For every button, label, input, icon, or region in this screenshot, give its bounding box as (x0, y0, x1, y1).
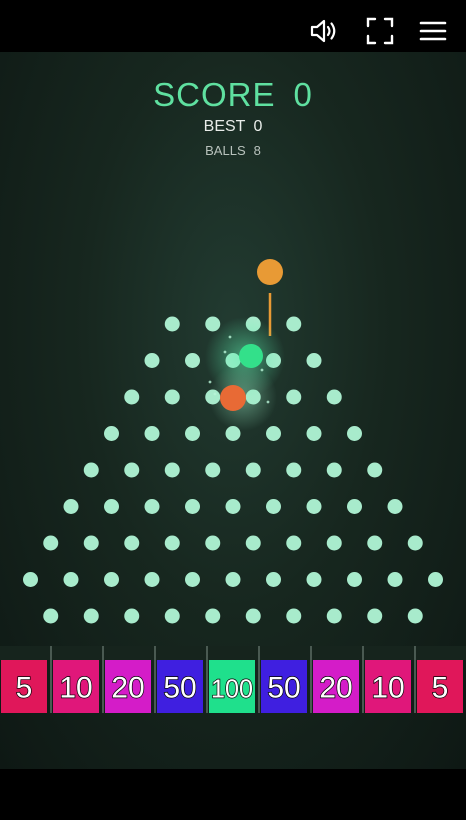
peg (164, 608, 180, 624)
peg (428, 572, 443, 587)
peg (205, 608, 221, 624)
peg (124, 389, 140, 405)
bucket-label: 20 (319, 672, 352, 705)
peg (104, 572, 119, 587)
speaker-icon[interactable] (307, 14, 341, 48)
bucket-divider (414, 646, 416, 713)
peg (245, 462, 261, 478)
spark-particle (213, 392, 217, 396)
peg (83, 462, 99, 478)
peg (347, 426, 362, 441)
peg (205, 535, 221, 551)
peg (306, 499, 322, 514)
bucket-label: 20 (111, 672, 144, 705)
bucket-label: 10 (371, 672, 404, 705)
peg (144, 499, 160, 514)
plinko-field[interactable]: 5 10 20 50 100 50 20 10 5 (0, 52, 466, 769)
peg (43, 535, 59, 551)
bucket-label: 50 (267, 672, 300, 705)
peg (326, 389, 342, 405)
peg (407, 535, 423, 551)
bottom-bar (0, 769, 466, 820)
spark-particle (223, 350, 227, 354)
peg (144, 426, 160, 441)
peg (306, 426, 322, 441)
peg (63, 499, 79, 514)
spark-particle (266, 400, 270, 404)
bucket-divider (102, 646, 104, 713)
peg (164, 316, 180, 332)
peg (347, 572, 362, 587)
peg (286, 608, 302, 624)
peg (144, 572, 160, 587)
peg (185, 426, 200, 441)
peg (387, 572, 403, 587)
falling-ball (220, 385, 246, 411)
peg (286, 389, 302, 405)
bucket-label: 10 (59, 672, 92, 705)
peg (306, 353, 322, 368)
peg (83, 608, 99, 624)
peg (347, 499, 362, 514)
spark-particle (260, 368, 264, 372)
spark-particle (228, 335, 232, 339)
bucket-divider (154, 646, 156, 713)
peg (367, 608, 383, 624)
peg (164, 462, 180, 478)
peg (83, 535, 99, 551)
peg (266, 426, 281, 441)
peg (23, 572, 38, 587)
peg (124, 608, 140, 624)
spark-particle (208, 380, 212, 384)
peg (205, 462, 221, 478)
peg (63, 572, 79, 587)
peg (326, 535, 342, 551)
peg (245, 535, 261, 551)
top-toolbar (0, 0, 466, 52)
peg (185, 572, 200, 587)
peg (266, 499, 281, 514)
peg (286, 316, 302, 332)
peg (185, 353, 200, 368)
bucket-divider (310, 646, 312, 713)
bucket-label: 5 (432, 672, 449, 705)
peg (367, 462, 383, 478)
falling-ball (239, 344, 263, 368)
bucket-divider (206, 646, 208, 713)
launcher-ball (257, 259, 283, 285)
peg (306, 572, 322, 587)
bucket-divider (50, 646, 52, 713)
game-board[interactable]: SCORE 0 BEST 0 BALLS 8 5 10 20 50 100 50 20 10 5 (0, 52, 466, 769)
bucket-label: 50 (163, 672, 196, 705)
peg (124, 535, 140, 551)
peg (367, 535, 383, 551)
peg (326, 608, 342, 624)
peg (407, 608, 423, 624)
peg (225, 572, 241, 587)
peg (43, 608, 59, 624)
peg (124, 462, 140, 478)
peg (104, 426, 119, 441)
peg (326, 462, 342, 478)
bucket-divider (258, 646, 260, 713)
peg (144, 353, 160, 368)
peg (164, 389, 180, 405)
peg (104, 499, 119, 514)
bucket-divider (362, 646, 364, 713)
peg (387, 499, 403, 514)
peg (266, 572, 281, 587)
peg (225, 499, 241, 514)
bucket-shelf (0, 646, 466, 660)
peg (185, 499, 200, 514)
peg (286, 462, 302, 478)
peg (245, 608, 261, 624)
fullscreen-icon[interactable] (363, 14, 397, 48)
bucket-label: 5 (16, 672, 33, 705)
peg (286, 535, 302, 551)
bucket-label: 100 (211, 674, 253, 704)
peg (164, 535, 180, 551)
hamburger-menu-icon[interactable] (416, 14, 450, 48)
